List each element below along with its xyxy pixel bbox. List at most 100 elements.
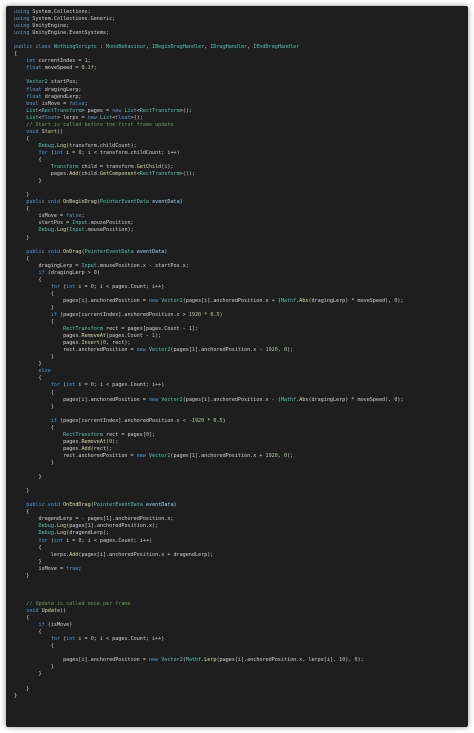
code-line: List<RectTransform> pages = new List<Rec…: [14, 108, 404, 115]
code-token-plain: (): [56, 128, 64, 135]
code-token-plain: > pages =: [81, 107, 113, 114]
code-token-type: List: [26, 107, 39, 114]
code-token-plain: startPos =: [14, 220, 73, 227]
code-token-plain: );: [287, 452, 294, 459]
code-line: float dragendLerp;: [14, 94, 404, 101]
code-token-keyword: void: [26, 128, 39, 135]
code-token-keyword: using: [14, 16, 30, 23]
code-token-plain: (isMove): [44, 622, 73, 629]
code-line: }: [14, 671, 404, 678]
code-token-plain: ): [219, 312, 223, 319]
code-token-method: RemoveAt: [81, 333, 107, 340]
code-token-method: Log: [56, 142, 67, 149]
code-token-plain: > lerps =: [56, 114, 88, 121]
code-line: List<float> lerps = new List<float>();: [14, 115, 404, 122]
code-token-number: 1920: [265, 452, 278, 459]
code-token-plain: ; i < transform.childCount; i++): [81, 149, 180, 156]
code-token-method: OnEndDrag: [63, 502, 91, 509]
code-token-plain: {: [14, 135, 30, 142]
code-token-keyword: void: [26, 607, 39, 614]
code-token-plain: {: [14, 389, 54, 396]
code-token-plain: i =: [75, 382, 91, 389]
code-token-type: MonoBehaviour: [106, 44, 146, 51]
code-token-plain: pages[i].anchoredPosition =: [14, 657, 149, 664]
code-token-plain: }: [14, 671, 42, 678]
code-token-plain: }: [14, 354, 54, 361]
code-line: Debug.Log(Input.mousePosition);: [14, 227, 404, 234]
code-token-plain: (pages[i].anchoredPosition.x - (: [182, 396, 281, 403]
code-token-method: Log: [56, 523, 67, 530]
code-view[interactable]: using System.Collections; using System.Co…: [14, 9, 404, 700]
code-token-plain: }: [14, 361, 42, 368]
code-line: float moveSpeed = 0.1f;: [14, 65, 404, 72]
code-line: }: [14, 178, 404, 185]
code-token-type: Vector2: [161, 297, 183, 304]
code-line: pages[i].anchoredPosition = new Vector2(…: [14, 396, 403, 404]
code-token-type: List: [99, 114, 113, 121]
code-token-plain: (pages[i].anchoredPosition.x, lerps[i],: [216, 657, 340, 664]
code-token-type: PointerEventData: [99, 199, 149, 206]
code-token-plain: >();: [179, 107, 192, 114]
code-line: // Update is called once per frame: [14, 601, 404, 608]
code-token-plain: ; i < pages.Count; i++): [93, 283, 165, 290]
code-token-type: Debug: [38, 530, 54, 537]
code-token-keyword: new: [136, 347, 146, 354]
code-token-plain: ].anchoredPosition.x);: [90, 523, 159, 530]
code-line: using UnityEngine.EventSystems;: [14, 30, 404, 37]
code-token-keyword: public void: [26, 199, 61, 206]
code-token-plain: (pages.Count -: [106, 333, 153, 340]
code-token-type: Debug: [38, 523, 54, 530]
code-token-plain: (i);: [161, 164, 174, 171]
code-token-plain: System.Collections;: [29, 9, 91, 15]
code-line: }: [14, 235, 404, 242]
code-token-plain: *: [201, 312, 211, 319]
code-token-plain: {: [14, 375, 42, 382]
code-editor[interactable]: using System.Collections; using System.Co…: [6, 6, 468, 727]
code-token-keyword: float: [115, 114, 131, 121]
code-token-type: Vector2: [148, 347, 171, 354]
code-token-type: Mathf: [280, 396, 297, 403]
code-token-keyword: bool: [26, 100, 39, 107]
code-token-plain: pages.: [14, 438, 82, 445]
code-token-plain: {: [14, 206, 30, 213]
code-line: }: [14, 474, 404, 481]
code-token-plain: {: [14, 424, 54, 431]
code-token-plain: ): [96, 269, 100, 276]
code-line: isMove = false;: [14, 213, 404, 220]
code-token-method: Log: [56, 227, 67, 234]
code-line: for (int i = 0; i < pages.Count; i++): [14, 636, 404, 643]
code-token-plain: }: [14, 192, 30, 199]
code-line: }: [14, 460, 404, 467]
code-token-plain: {: [14, 51, 18, 58]
code-token-method: Log: [56, 530, 67, 537]
code-token-plain: ;: [78, 565, 82, 572]
code-line: }: [14, 559, 404, 566]
code-token-plain: moveSpeed =: [41, 65, 82, 72]
code-token-type: RectTransform: [139, 107, 180, 114]
code-token-plain: ): [173, 502, 177, 509]
code-line: void Update(): [14, 608, 404, 615]
code-token-method: OnDrag: [63, 248, 82, 255]
code-line: for (int i = 0; i < pages.Count; i++): [14, 284, 404, 291]
code-token-plain: ): [222, 417, 226, 424]
code-line: public void OnDrag(PointerEventData even…: [14, 249, 404, 256]
code-line: public class NothingScripts : MonoBehavi…: [14, 44, 404, 51]
code-token-plain: pages.: [14, 340, 82, 347]
code-line: {: [14, 545, 404, 552]
code-token-plain: , rect);: [106, 340, 131, 347]
